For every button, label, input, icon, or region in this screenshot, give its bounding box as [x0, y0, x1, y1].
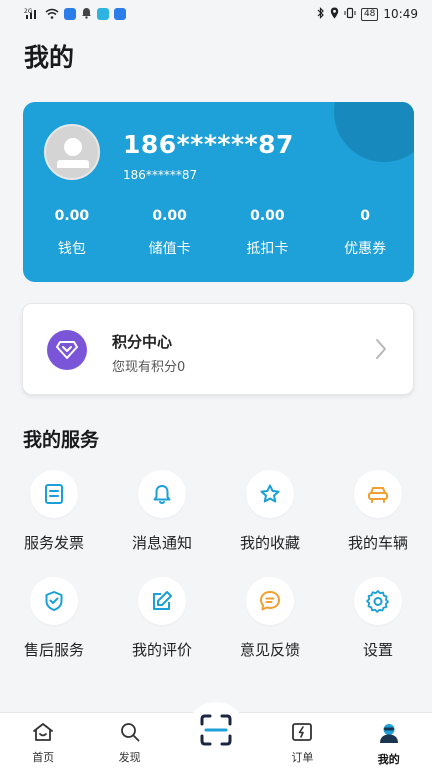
signal-icon: 2G	[24, 8, 40, 21]
service-label: 我的评价	[131, 641, 192, 659]
stat-stored-value-card[interactable]: 0.00 储值卡	[121, 208, 219, 258]
points-title: 积分中心	[112, 333, 173, 351]
avatar[interactable]	[44, 124, 100, 180]
gear-icon	[354, 577, 402, 625]
stat-deduction-card[interactable]: 0.00 抵扣卡	[219, 208, 317, 258]
location-icon	[330, 7, 339, 21]
scan-icon	[199, 713, 233, 751]
battery-indicator: 48	[360, 7, 379, 21]
service-invoice[interactable]: 服务发票	[0, 470, 108, 577]
edit-icon	[138, 577, 186, 625]
user-profile-card[interactable]: 186******87 186******87 0.00 钱包 0.00 储值卡…	[23, 102, 414, 282]
service-label: 售后服务	[23, 641, 84, 659]
service-settings[interactable]: 设置	[324, 577, 432, 684]
points-center-card[interactable]: 积分中心 您现有积分0	[22, 303, 414, 395]
car-icon	[354, 470, 402, 518]
stat-label: 抵扣卡	[246, 241, 289, 257]
vibrate-icon	[344, 7, 356, 21]
stat-wallet[interactable]: 0.00 钱包	[23, 208, 121, 258]
stat-label: 储值卡	[148, 241, 191, 257]
service-label: 我的车辆	[347, 534, 408, 552]
tab-label: 首页	[32, 751, 55, 764]
tab-label: 订单	[291, 751, 314, 764]
chat-bubble-icon	[246, 577, 294, 625]
star-icon	[246, 470, 294, 518]
service-label: 意见反馈	[239, 641, 300, 659]
app-notification-icon	[64, 8, 76, 20]
user-stats: 0.00 钱包 0.00 储值卡 0.00 抵扣卡 0 优惠券	[23, 208, 414, 258]
bell-icon	[138, 470, 186, 518]
points-balance: 您现有积分0	[112, 360, 186, 375]
user-account-subtitle: 186******87	[123, 168, 198, 182]
service-label: 服务发票	[23, 534, 84, 552]
status-bar: 2G 48 10:49	[0, 0, 432, 28]
stat-value: 0.00	[152, 208, 187, 224]
invoice-icon	[30, 470, 78, 518]
tab-home[interactable]: 首页	[0, 713, 86, 768]
profile-icon	[378, 722, 400, 748]
service-notifications[interactable]: 消息通知	[108, 470, 216, 577]
tab-label: 我的	[377, 753, 400, 766]
card-decoration	[334, 102, 414, 162]
chevron-right-icon	[375, 338, 387, 364]
tab-discover[interactable]: 发现	[86, 713, 172, 768]
stat-coupon[interactable]: 0 优惠券	[316, 208, 414, 258]
scan-button[interactable]	[186, 702, 246, 762]
service-after-sales[interactable]: 售后服务	[0, 577, 108, 684]
stat-value: 0	[360, 208, 370, 224]
service-label: 我的收藏	[239, 534, 300, 552]
cloud-app-icon	[114, 8, 126, 20]
wifi-icon	[45, 8, 59, 21]
tab-orders[interactable]: 订单	[259, 713, 345, 768]
service-label: 消息通知	[131, 534, 192, 552]
search-icon	[119, 722, 141, 746]
services-grid: 服务发票 消息通知 我的收藏 我的车辆 售后服务 我的评价 意见反馈 设置	[0, 470, 432, 684]
service-feedback[interactable]: 意见反馈	[216, 577, 324, 684]
page-title: 我的	[24, 43, 75, 72]
service-favorites[interactable]: 我的收藏	[216, 470, 324, 577]
tab-profile[interactable]: 我的	[346, 713, 432, 768]
order-icon	[291, 722, 313, 746]
stat-value: 0.00	[250, 208, 285, 224]
search-app-icon	[97, 8, 109, 20]
services-section-title: 我的服务	[23, 429, 100, 451]
stat-value: 0.00	[54, 208, 90, 224]
service-my-vehicles[interactable]: 我的车辆	[324, 470, 432, 577]
service-label: 设置	[362, 641, 393, 659]
bell-notification-icon	[81, 7, 92, 21]
user-phone-number: 186******87	[123, 130, 294, 159]
bluetooth-icon	[317, 7, 325, 21]
shield-check-icon	[30, 577, 78, 625]
stat-label: 优惠券	[344, 241, 387, 257]
tab-label: 发现	[118, 751, 141, 764]
service-my-reviews[interactable]: 我的评价	[108, 577, 216, 684]
points-diamond-icon	[47, 330, 87, 370]
home-icon	[32, 722, 54, 746]
stat-label: 钱包	[57, 241, 86, 257]
status-time: 10:49	[383, 7, 418, 21]
